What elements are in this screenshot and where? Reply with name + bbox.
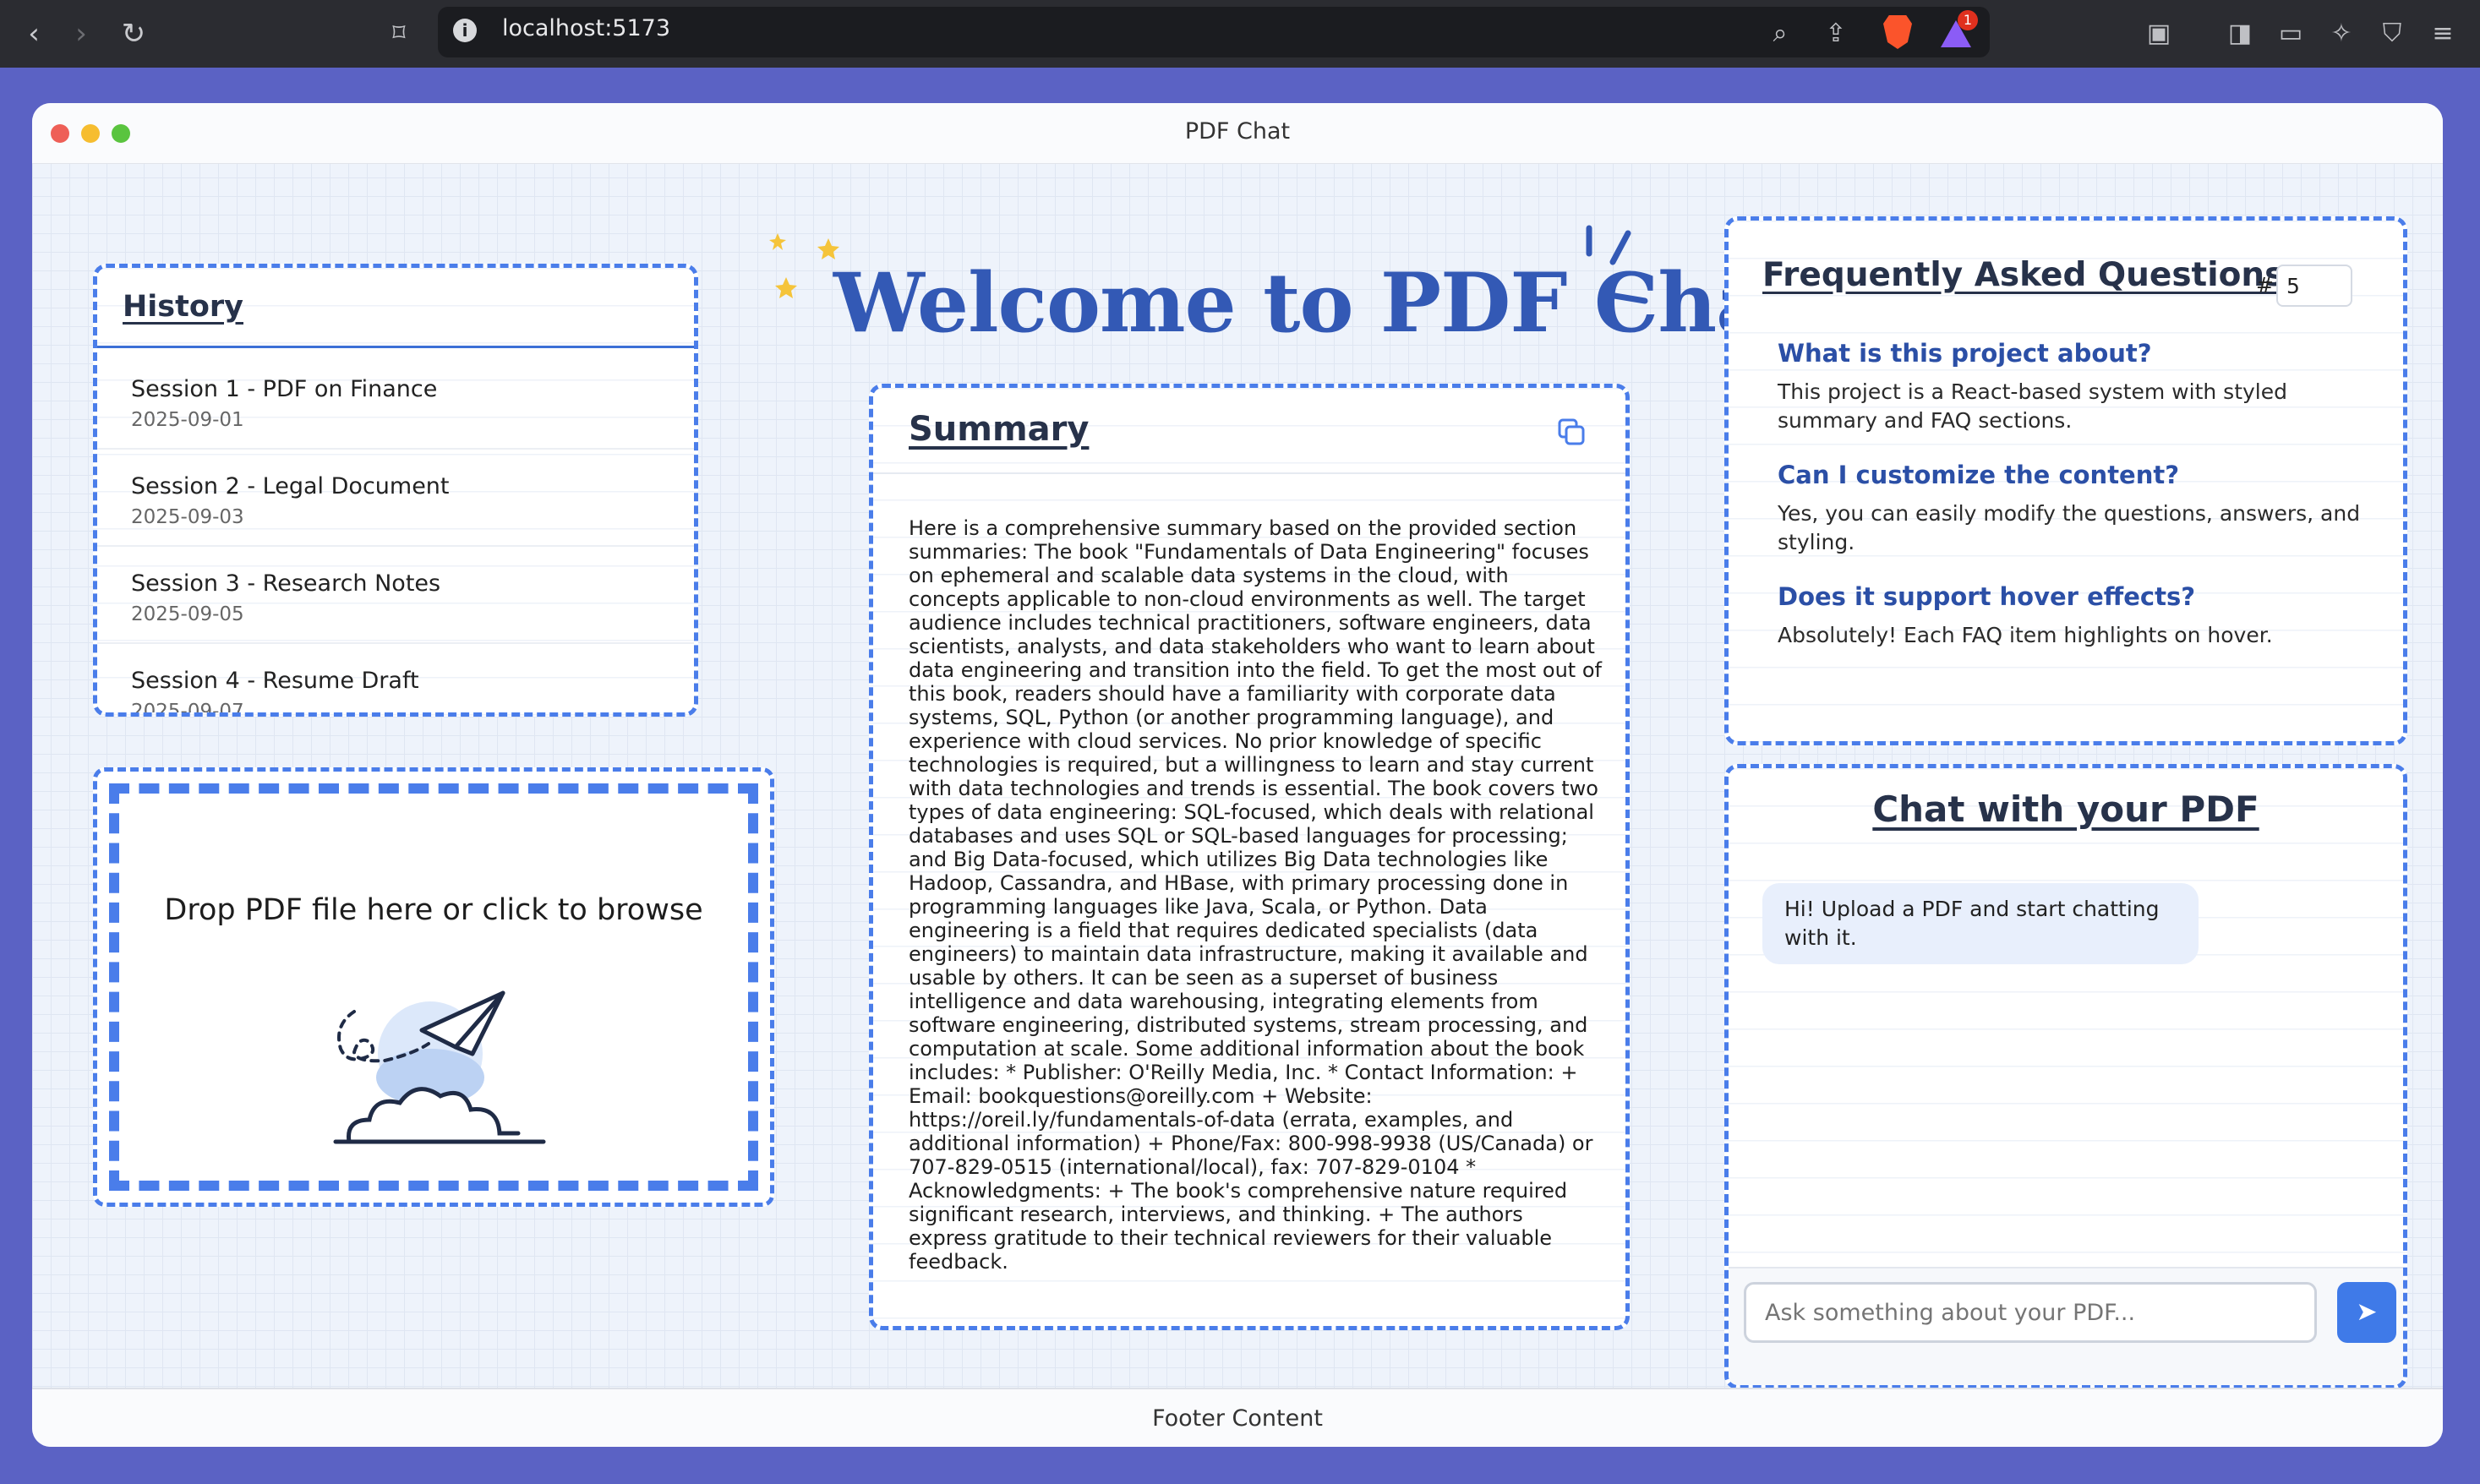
menu-icon[interactable]: ≡: [2426, 17, 2460, 51]
faq-question: Can I customize the content?: [1778, 461, 2180, 489]
chat-panel: Chat with your PDF Hi! Upload a PDF and …: [1724, 764, 2407, 1389]
faq-answer: Yes, you can easily modify the questions…: [1778, 501, 2361, 554]
back-arrow-icon[interactable]: ‹: [15, 15, 52, 52]
screenshot-icon[interactable]: ▣: [2142, 17, 2176, 51]
history-item-date: 2025-09-05: [131, 603, 244, 625]
history-item-date: 2025-09-01: [131, 409, 244, 431]
chat-input[interactable]: [1744, 1282, 2317, 1343]
history-item-title: Session 4 - Resume Draft: [131, 668, 419, 694]
zoom-icon[interactable]: ⌕: [1763, 17, 1797, 51]
share-icon[interactable]: ⇪: [1819, 17, 1853, 51]
summary-text: Here is a comprehensive summary based on…: [909, 516, 1602, 1274]
faq-item[interactable]: What is this project about? This project…: [1729, 327, 2403, 449]
chat-input-bar: ➤: [1729, 1267, 2403, 1385]
faq-question: What is this project about?: [1778, 339, 2152, 368]
pdf-dropzone[interactable]: Drop PDF file here or click to browse: [93, 767, 774, 1207]
dropzone-label: Drop PDF file here or click to browse: [164, 893, 703, 927]
faq-question: Does it support hover effects?: [1778, 582, 2196, 611]
faq-answer: Absolutely! Each FAQ item highlights on …: [1778, 623, 2273, 647]
faq-title: Frequently Asked Questions: [1762, 256, 2285, 294]
chat-message-bot: Hi! Upload a PDF and start chatting with…: [1762, 883, 2199, 964]
history-list[interactable]: Session 1 - PDF on Finance 2025-09-01 Se…: [97, 352, 694, 717]
history-panel: History Session 1 - PDF on Finance 2025-…: [93, 264, 698, 717]
faq-item[interactable]: Can I customize the content? Yes, you ca…: [1729, 449, 2403, 570]
summary-title: Summary: [909, 410, 1090, 449]
window-titlebar: PDF Chat: [32, 103, 2443, 164]
history-item[interactable]: Session 2 - Legal Document 2025-09-03: [97, 450, 694, 547]
pdf-dropzone-inner[interactable]: Drop PDF file here or click to browse: [109, 783, 758, 1191]
send-arrow-icon: ➤: [2356, 1298, 2378, 1326]
faq-panel: Frequently Asked Questions # What is thi…: [1724, 216, 2407, 745]
footer: Footer Content: [32, 1388, 2443, 1447]
shield-icon[interactable]: ⛉: [2375, 17, 2409, 51]
bookmark-icon[interactable]: ⌑: [382, 17, 416, 51]
reload-icon[interactable]: ↻: [115, 15, 152, 52]
sidebar-icon[interactable]: ◨: [2223, 17, 2257, 51]
faq-count-input[interactable]: [2276, 265, 2352, 307]
summary-panel: Summary Here is a comprehensive summary …: [869, 384, 1630, 1330]
faq-answer: This project is a React-based system wit…: [1778, 379, 2287, 433]
notification-badge: 1: [1958, 10, 1978, 30]
history-item-title: Session 3 - Research Notes: [131, 570, 441, 597]
app-window: PDF Chat History Session 1 - PDF on Fina…: [32, 103, 2443, 1447]
info-icon[interactable]: i: [453, 19, 477, 42]
chat-title: Chat with your PDF: [1872, 788, 2259, 830]
divider: [97, 346, 694, 348]
history-item-date: 2025-09-07: [131, 701, 244, 717]
history-title: History: [123, 290, 243, 324]
wallet-icon[interactable]: ▭: [2274, 17, 2308, 51]
sparkle-stars-icon: [769, 233, 839, 298]
window-title: PDF Chat: [1184, 118, 1291, 145]
history-item-date: 2025-09-03: [131, 506, 244, 528]
forward-arrow-icon[interactable]: ›: [63, 15, 100, 52]
send-button[interactable]: ➤: [2337, 1282, 2396, 1343]
history-item[interactable]: Session 4 - Resume Draft 2025-09-07: [97, 644, 694, 717]
browser-toolbar: ‹ › ↻ ⌑ i localhost:5173 ⌕ ⇪ 1 ▣ ◨ ▭ ✧ ⛉…: [0, 0, 2480, 68]
burst-lines-icon: [1586, 225, 1648, 304]
faq-item[interactable]: Does it support hover effects? Absolutel…: [1729, 570, 2403, 663]
divider: [873, 472, 1625, 474]
history-item[interactable]: Session 1 - PDF on Finance 2025-09-01: [97, 352, 694, 450]
hero-title: Welcome to PDF Chat: [833, 255, 1805, 351]
faq-count-label: #: [2256, 273, 2274, 297]
leo-ai-icon[interactable]: ✧: [2324, 17, 2358, 51]
history-item-title: Session 2 - Legal Document: [131, 473, 450, 499]
history-item-title: Session 1 - PDF on Finance: [131, 376, 438, 402]
copy-icon[interactable]: [1556, 417, 1587, 447]
history-item[interactable]: Session 3 - Research Notes 2025-09-05: [97, 547, 694, 644]
url-text[interactable]: localhost:5173: [502, 15, 670, 41]
faq-list[interactable]: What is this project about? This project…: [1729, 327, 2403, 724]
address-bar[interactable]: [438, 7, 1990, 57]
paper-plane-illustration-icon: [333, 990, 546, 1144]
